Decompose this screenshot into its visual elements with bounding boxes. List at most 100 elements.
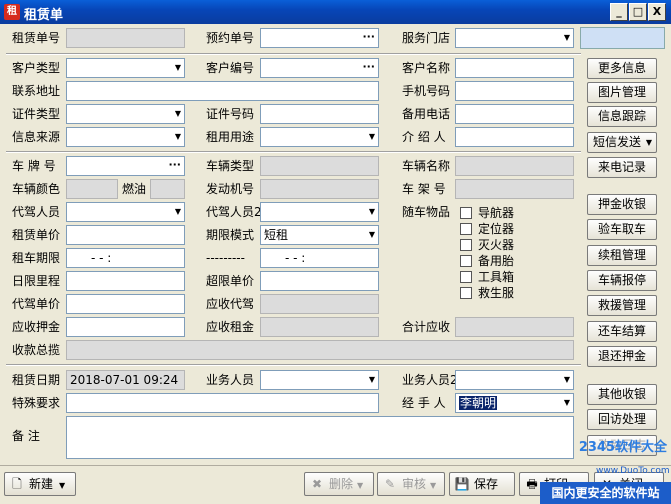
other-cashier-button[interactable]: 其他收银 [587, 384, 657, 405]
store-label: 服务门店 [402, 31, 451, 45]
driver2-select[interactable] [260, 202, 379, 222]
handler-select[interactable]: 李朝明 [455, 393, 574, 413]
period-dash-label: --------- [206, 251, 245, 265]
checkbox-icon [460, 239, 472, 251]
watermark-site: www.DuoTo.com [596, 466, 670, 476]
period-mode-label: 期限模式 [206, 228, 255, 242]
period-label: 租车期限 [12, 251, 61, 265]
rental-no-label: 租赁单号 [12, 31, 61, 45]
checkbox-icon [460, 223, 472, 235]
image-manage-button[interactable]: 图片管理 [587, 82, 657, 103]
total-received-field [66, 340, 574, 360]
accessory-navigator-checkbox[interactable]: 导航器 [460, 205, 514, 221]
rescue-manage-button[interactable]: 救援管理 [587, 295, 657, 316]
plate-field[interactable] [66, 156, 185, 176]
sms-send-button[interactable]: 短信发送 ▼ [587, 132, 657, 153]
customer-name-label: 客户名称 [402, 61, 451, 75]
chevron-down-icon: ▼ [59, 481, 66, 490]
delete-icon: ✖ [311, 477, 323, 491]
info-track-button[interactable]: 信息跟踪 [587, 106, 657, 127]
accessory-spare-tire-checkbox[interactable]: 备用胎 [460, 253, 514, 269]
mobile-field[interactable] [455, 81, 574, 101]
frame-no-label: 车 架 号 [402, 182, 446, 196]
period-start-field[interactable]: - - : [66, 248, 185, 268]
source-select[interactable] [66, 127, 185, 147]
delete-button[interactable]: ✖ 删除 ▼ [304, 472, 374, 496]
rental-no-field [66, 28, 185, 48]
chevron-down-icon: ▼ [430, 481, 437, 490]
sales2-label: 业务人员2 [402, 373, 458, 387]
day-mileage-field[interactable] [66, 271, 185, 291]
driver-select[interactable] [66, 202, 185, 222]
checkbox-icon [460, 207, 472, 219]
print-icon: 🖶 [526, 477, 538, 491]
frame-no-field [455, 179, 574, 199]
store-select[interactable] [455, 28, 574, 48]
refund-deposit-button[interactable]: 退还押金 [587, 346, 657, 367]
separator [6, 151, 581, 153]
watermark-brand: 2345软件大全 [578, 440, 667, 455]
watermark-logo: 2345软件大全 [520, 436, 671, 466]
driver-price-field[interactable] [66, 294, 185, 314]
maximize-button[interactable]: □ [629, 3, 647, 21]
more-info-button[interactable]: 更多信息 [587, 58, 657, 79]
remark-textarea[interactable] [66, 416, 574, 459]
overtime-price-field[interactable] [260, 271, 379, 291]
due-rent-label: 应收租金 [206, 320, 255, 334]
deposit-cashier-button[interactable]: 押金收银 [587, 194, 657, 215]
customer-code-field[interactable] [260, 58, 379, 78]
review-button[interactable]: ✎ 审核 ▼ [377, 472, 445, 496]
unit-price-field[interactable] [66, 225, 185, 245]
driver-price-label: 代驾单价 [12, 297, 61, 311]
id-no-field[interactable] [260, 104, 379, 124]
backup-phone-label: 备用电话 [402, 107, 451, 121]
chevron-down-icon: ▼ [357, 481, 364, 490]
due-driver-label: 应收代驾 [206, 297, 255, 311]
sales2-select[interactable] [455, 370, 574, 390]
vehicle-name-label: 车辆名称 [402, 159, 451, 173]
reserve-no-field[interactable] [260, 28, 379, 48]
close-button[interactable]: X [648, 3, 666, 21]
minimize-button[interactable]: _ [610, 3, 628, 21]
driver-label: 代驾人员 [12, 205, 61, 219]
referrer-field[interactable] [455, 127, 574, 147]
period-end-field[interactable]: - - : [260, 248, 379, 268]
reserve-no-label: 预约单号 [206, 31, 255, 45]
special-label: 特殊要求 [12, 396, 61, 410]
accessory-toolbox-checkbox[interactable]: 工具箱 [460, 269, 514, 285]
mobile-label: 手机号码 [402, 84, 451, 98]
watermark-slogan: 国内更安全的软件站 [540, 482, 671, 504]
separator [6, 53, 581, 55]
id-type-select[interactable] [66, 104, 185, 124]
save-button[interactable]: 💾 保存 [449, 472, 515, 496]
return-settle-button[interactable]: 还车结算 [587, 321, 657, 342]
inspect-pickup-button[interactable]: 验车取车 [587, 219, 657, 240]
vehicle-type-field [260, 156, 379, 176]
customer-name-field[interactable] [455, 58, 574, 78]
accessory-lifesuit-checkbox[interactable]: 救生服 [460, 285, 514, 301]
accessory-extinguisher-checkbox[interactable]: 灭火器 [460, 237, 514, 253]
due-rent-field [260, 317, 379, 337]
engine-no-field [260, 179, 379, 199]
total-received-label: 收款总揽 [12, 343, 61, 357]
period-mode-select[interactable]: 短租 [260, 225, 379, 245]
special-field[interactable] [66, 393, 379, 413]
sales-select[interactable] [260, 370, 379, 390]
store-extra-field [580, 27, 665, 49]
source-label: 信息来源 [12, 130, 61, 144]
total-due-label: 合计应收 [402, 320, 451, 334]
customer-type-select[interactable] [66, 58, 185, 78]
renew-manage-button[interactable]: 续租管理 [587, 245, 657, 266]
backup-phone-field[interactable] [455, 104, 574, 124]
new-button[interactable]: 🗋 新建 ▼ [4, 472, 76, 496]
address-field[interactable] [66, 81, 379, 101]
purpose-select[interactable] [260, 127, 379, 147]
customer-code-label: 客户编号 [206, 61, 255, 75]
vehicle-suspend-button[interactable]: 车辆报停 [587, 270, 657, 291]
accessory-locator-checkbox[interactable]: 定位器 [460, 221, 514, 237]
due-deposit-field[interactable] [66, 317, 185, 337]
call-record-button[interactable]: 来电记录 [587, 157, 657, 178]
revisit-button[interactable]: 回访处理 [587, 409, 657, 430]
fuel-label: 燃油 [122, 182, 147, 196]
unit-price-label: 租赁单价 [12, 228, 61, 242]
